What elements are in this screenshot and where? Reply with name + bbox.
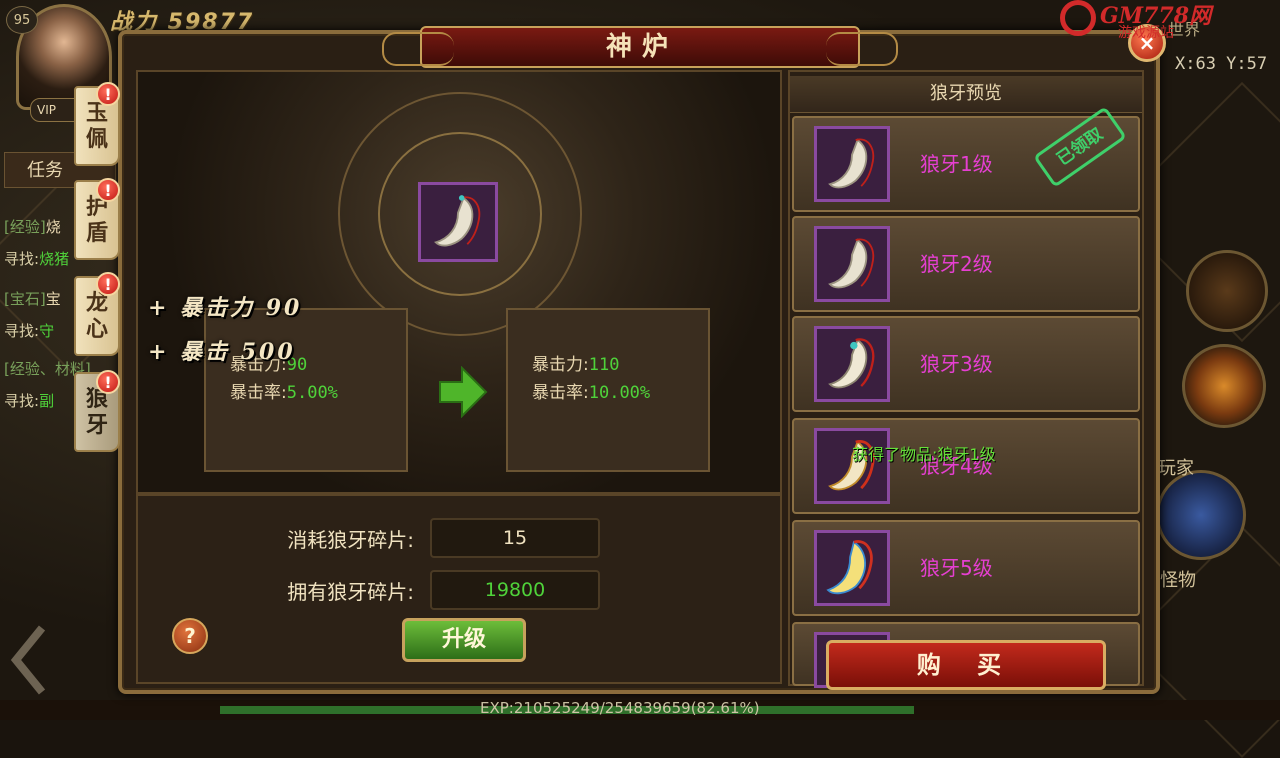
stat-label: 暴击率:	[532, 383, 589, 403]
quest-line-text: 副	[39, 392, 55, 410]
alert-badge: !	[96, 272, 120, 296]
window-title: 神炉	[605, 32, 678, 62]
item-slot	[814, 126, 890, 202]
stat-label: 暴击力:	[532, 355, 589, 375]
owned-label: 拥有狼牙碎片:	[287, 580, 414, 604]
buy-button[interactable]: 购 买	[826, 640, 1106, 690]
upgrade-button[interactable]: 升级	[402, 618, 526, 662]
quest-line-text: 守	[39, 322, 55, 340]
tab-label: 心	[85, 316, 108, 342]
item-slot	[814, 530, 890, 606]
current-stats-box: 暴击力:90 暴击率:5.00%	[204, 308, 408, 472]
wolf-fang-icon	[828, 238, 875, 289]
quest-line-tag: 寻找:	[4, 322, 40, 340]
cost-value: 15	[430, 518, 600, 558]
map-coordinates: X:63 Y:57	[1175, 54, 1268, 74]
preview-item-level-2[interactable]: 狼牙2级	[792, 216, 1140, 312]
item-level-label: 狼牙2级	[920, 252, 993, 276]
help-button[interactable]: ?	[172, 618, 208, 654]
alert-badge: !	[96, 178, 120, 202]
tab-label: 佩	[85, 126, 108, 152]
preview-item-level-4[interactable]: 狼牙4级	[792, 418, 1140, 514]
preview-item-level-5[interactable]: 狼牙5级	[792, 520, 1140, 616]
wolf-fang-icon	[826, 540, 873, 595]
monster-label[interactable]: 怪物	[1160, 566, 1196, 592]
floating-bonus-crit-power: + 暴击力 90	[148, 295, 303, 321]
chevron-left-icon[interactable]	[8, 620, 50, 700]
stat-crit-power: 暴击力:110	[532, 350, 619, 375]
quest-line[interactable]: 寻找:烧猪	[4, 248, 69, 269]
item-obtained-message: 获得了物品:狼牙1级	[852, 445, 996, 464]
floating-bonus-crit: + 暴击 500	[148, 339, 296, 365]
stat-value: 5.00%	[286, 383, 338, 403]
monster-target-button[interactable]	[1156, 470, 1246, 560]
wolf-fang-icon	[434, 195, 481, 247]
quest-line-tag: [宝石]	[4, 290, 46, 308]
wolf-fang-item-slot[interactable]	[418, 182, 498, 262]
next-stats-box: 暴击力:110 暴击率:10.00%	[506, 308, 710, 472]
quest-line-tag: [经验]	[4, 218, 46, 236]
cost-label: 消耗狼牙碎片:	[287, 528, 414, 552]
arrow-right-icon	[439, 366, 488, 418]
window-title-bar: 神炉	[382, 26, 898, 68]
owned-value: 19800	[430, 570, 600, 610]
quest-line-text: 烧	[45, 218, 61, 236]
wolf-fang-icon	[828, 138, 875, 189]
item-slot	[814, 326, 890, 402]
skill-button[interactable]	[1186, 250, 1268, 332]
stat-label: 暴击率:	[230, 383, 287, 403]
player-level: 95	[6, 6, 38, 34]
tab-label: 盾	[85, 220, 108, 246]
site-logo-subtitle: 游戏源站	[1118, 25, 1174, 41]
quest-line-tag: 寻找:	[4, 250, 40, 268]
quest-line-text: 宝	[45, 290, 61, 308]
preview-title: 狼牙预览	[790, 76, 1142, 113]
stat-value: 110	[588, 355, 620, 375]
site-logo-icon	[1060, 0, 1096, 36]
item-level-label: 狼牙5级	[920, 556, 993, 580]
quest-line-tag: 寻找:	[4, 392, 40, 410]
alert-badge: !	[96, 82, 120, 106]
item-slot	[814, 226, 890, 302]
players-label[interactable]: 玩家	[1158, 454, 1194, 480]
stat-crit-rate: 暴击率:5.00%	[230, 378, 338, 403]
item-level-label: 狼牙1级	[920, 152, 993, 176]
stat-value: 10.00%	[588, 383, 651, 403]
item-slot	[814, 428, 890, 504]
alert-badge: !	[96, 370, 120, 394]
stat-crit-rate: 暴击率:10.00%	[532, 378, 650, 403]
exp-text: EXP:210525249/254839659(82.61%)	[480, 699, 760, 717]
quest-line[interactable]: 寻找:副	[4, 390, 54, 411]
tab-label: 牙	[85, 412, 108, 438]
item-level-label: 狼牙3级	[920, 352, 993, 376]
quest-line[interactable]: 寻找:守	[4, 320, 54, 341]
wolf-fang-icon	[828, 338, 875, 389]
quest-line-text: 烧猪	[39, 250, 70, 268]
quest-line[interactable]: [宝石]宝	[4, 288, 61, 309]
preview-item-level-3[interactable]: 狼牙3级	[792, 316, 1140, 412]
quest-line[interactable]: [经验]烧	[4, 216, 61, 237]
skill-fire-button[interactable]	[1182, 344, 1266, 428]
